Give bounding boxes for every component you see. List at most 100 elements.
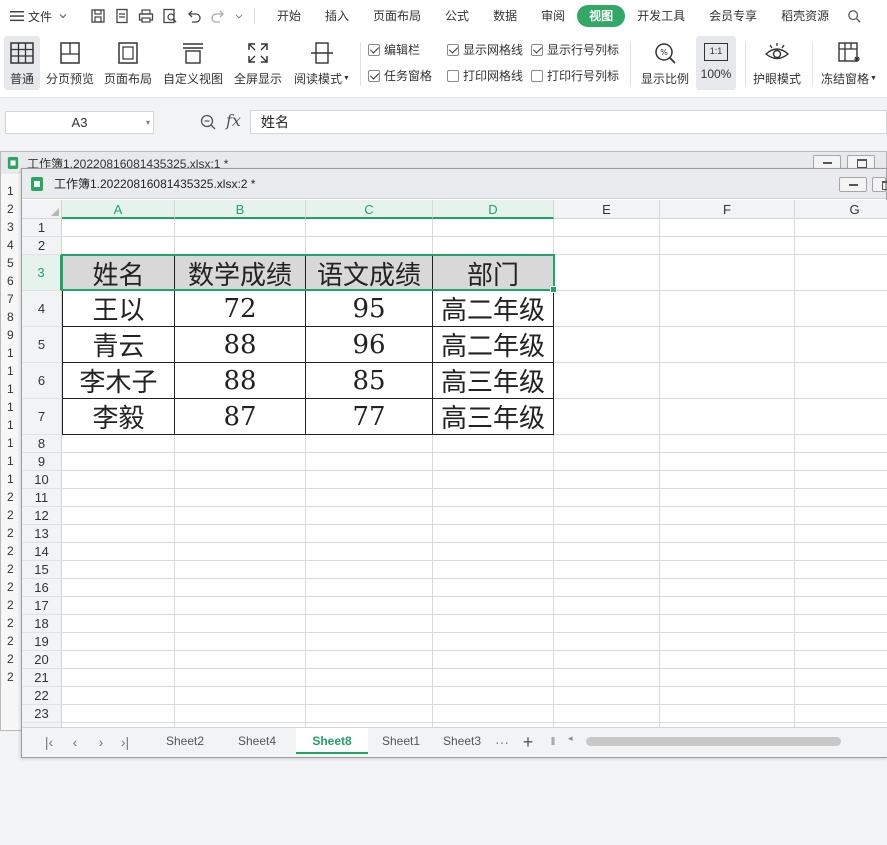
row-header-4[interactable]: 4 xyxy=(22,291,62,327)
row-header-14[interactable]: 14 xyxy=(22,543,62,561)
menu-tab-0[interactable]: 开始 xyxy=(265,5,313,27)
row-header-2[interactable]: 2 xyxy=(22,237,62,255)
row-header-10[interactable]: 10 xyxy=(22,471,62,489)
redo-icon[interactable] xyxy=(210,8,226,24)
column-header-g[interactable]: G xyxy=(795,200,887,219)
undo-icon[interactable] xyxy=(186,8,202,24)
column-header-d[interactable]: D xyxy=(433,200,554,219)
spreadsheet-grid[interactable]: A B C D E F G 1 2 3 4 5 6 7 8 9 10 11 12 13 14 15 16 17 18 19 20 21… xyxy=(22,200,887,727)
data-cell-b7[interactable]: 87 xyxy=(175,399,306,435)
data-cell-a4[interactable]: 王以 xyxy=(62,291,175,327)
show-headers-checkbox[interactable]: 显示行号列标 xyxy=(531,41,619,58)
data-cell-c6[interactable]: 85 xyxy=(306,363,433,399)
data-cell-b4[interactable]: 72 xyxy=(175,291,306,327)
data-cell-d4[interactable]: 高二年级 xyxy=(433,291,554,327)
data-cell-a7[interactable]: 李毅 xyxy=(62,399,175,435)
menu-tab-1[interactable]: 插入 xyxy=(313,5,361,27)
sheet-tab-sheet2[interactable]: Sheet2 xyxy=(150,728,220,754)
row-header-23[interactable]: 23 xyxy=(22,705,62,723)
menu-tab-7[interactable]: 开发工具 xyxy=(625,5,697,27)
export-pdf-icon[interactable] xyxy=(114,8,130,24)
data-cell-d6[interactable]: 高三年级 xyxy=(433,363,554,399)
row-header-15[interactable]: 15 xyxy=(22,561,62,579)
workbook-window-2[interactable]: 工作簿1.20220816081435325.xlsx:2 * ABCDEFG 1… xyxy=(21,168,887,758)
header-cell-b3[interactable]: 数学成绩 xyxy=(175,255,306,291)
data-cell-d5[interactable]: 高二年级 xyxy=(433,327,554,363)
row-header-1[interactable]: 1 xyxy=(22,219,62,237)
menu-tab-2[interactable]: 页面布局 xyxy=(361,5,433,27)
page-layout-button[interactable]: 页面布局 xyxy=(102,36,154,90)
column-header-e[interactable]: E xyxy=(554,200,660,219)
last-sheet-icon[interactable]: ›| xyxy=(118,733,132,751)
more-sheets-button[interactable]: ··· xyxy=(492,733,512,751)
menu-tab-8[interactable]: 会员专享 xyxy=(697,5,769,27)
data-cell-c4[interactable]: 95 xyxy=(306,291,433,327)
data-cell-c5[interactable]: 96 xyxy=(306,327,433,363)
column-header-b[interactable]: B xyxy=(175,200,306,219)
task-pane-checkbox[interactable]: 任务窗格 xyxy=(368,67,432,84)
data-cell-c7[interactable]: 77 xyxy=(306,399,433,435)
row-header-20[interactable]: 20 xyxy=(22,651,62,669)
row-header-13[interactable]: 13 xyxy=(22,525,62,543)
row-header-6[interactable]: 6 xyxy=(22,363,62,399)
menu-tab-4[interactable]: 数据 xyxy=(481,5,529,27)
select-all-corner[interactable] xyxy=(22,200,62,219)
save-icon[interactable] xyxy=(90,8,106,24)
header-cell-c3[interactable]: 语文成绩 xyxy=(306,255,433,291)
menu-tab-6[interactable]: 视图 xyxy=(577,5,626,27)
page-break-preview-button[interactable]: 分页预览 xyxy=(44,36,96,90)
row-header-11[interactable]: 11 xyxy=(22,489,62,507)
row-header-21[interactable]: 21 xyxy=(22,669,62,687)
name-box-dropdown-icon[interactable]: ▾ xyxy=(146,112,150,133)
data-cell-d7[interactable]: 高三年级 xyxy=(433,399,554,435)
window-2-titlebar[interactable]: 工作簿1.20220816081435325.xlsx:2 * xyxy=(22,169,886,199)
row-header-7[interactable]: 7 xyxy=(22,399,62,435)
horizontal-scrollbar[interactable]: ◂ xyxy=(568,733,882,746)
file-menu[interactable]: 文件 xyxy=(0,0,82,32)
row-header-8[interactable]: 8 xyxy=(22,435,62,453)
custom-view-button[interactable]: 自定义视图 xyxy=(162,36,224,90)
row-header-22[interactable]: 22 xyxy=(22,687,62,705)
freeze-panes-button[interactable]: 冻结窗格 ▼ xyxy=(818,36,880,90)
reading-mode-button[interactable]: 阅读模式 ▼ xyxy=(292,36,352,90)
formula-input[interactable]: 姓名 xyxy=(250,110,887,134)
add-sheet-button[interactable]: + xyxy=(520,733,536,751)
column-header-f[interactable]: F xyxy=(660,200,795,219)
sheet-tab-sheet8[interactable]: Sheet8 xyxy=(296,728,368,754)
data-cell-a5[interactable]: 青云 xyxy=(62,327,175,363)
print-headers-checkbox[interactable]: 打印行号列标 xyxy=(531,67,619,84)
horizontal-scroll-thumb[interactable] xyxy=(586,737,841,746)
print-gridlines-checkbox[interactable]: 打印网格线 xyxy=(447,67,523,84)
row-header-16[interactable]: 16 xyxy=(22,579,62,597)
row-header-5[interactable]: 5 xyxy=(22,327,62,363)
zoom-button[interactable]: % 显示比例 xyxy=(638,36,692,90)
normal-view-button[interactable]: 普通 xyxy=(4,36,40,90)
window-2-maximize-button[interactable] xyxy=(872,177,887,192)
tab-splitter[interactable]: ‖ xyxy=(550,733,556,751)
column-header-c[interactable]: C xyxy=(306,200,433,219)
prev-sheet-icon[interactable]: ‹ xyxy=(68,733,82,751)
row-header-12[interactable]: 12 xyxy=(22,507,62,525)
data-cell-b6[interactable]: 88 xyxy=(175,363,306,399)
row-header-9[interactable]: 9 xyxy=(22,453,62,471)
row-header-17[interactable]: 17 xyxy=(22,597,62,615)
name-box[interactable]: A3 ▾ xyxy=(5,111,154,134)
fullscreen-button[interactable]: 全屏显示 xyxy=(232,36,284,90)
header-cell-a3[interactable]: 姓名 xyxy=(62,255,175,291)
first-sheet-icon[interactable]: |‹ xyxy=(42,733,56,751)
zoom-100-button[interactable]: 1:1 100% xyxy=(696,36,736,90)
row-header-3[interactable]: 3 xyxy=(22,255,62,291)
sheet-tab-sheet3[interactable]: Sheet3 xyxy=(436,728,488,754)
sheet-tab-sheet4[interactable]: Sheet4 xyxy=(222,728,292,754)
sheet-tab-sheet1[interactable]: Sheet1 xyxy=(368,728,434,754)
column-header-a[interactable]: A xyxy=(62,200,175,219)
scroll-left-icon[interactable]: ◂ xyxy=(568,733,573,744)
next-sheet-icon[interactable]: › xyxy=(94,733,108,751)
menu-tab-9[interactable]: 稻壳资源 xyxy=(769,5,841,27)
row-header-18[interactable]: 18 xyxy=(22,615,62,633)
header-cell-d3[interactable]: 部门 xyxy=(433,255,554,291)
row-header-19[interactable]: 19 xyxy=(22,633,62,651)
fx-icon[interactable]: fx xyxy=(226,111,241,130)
zoom-search-icon[interactable] xyxy=(200,114,216,130)
show-gridlines-checkbox[interactable]: 显示网格线 xyxy=(447,41,523,58)
